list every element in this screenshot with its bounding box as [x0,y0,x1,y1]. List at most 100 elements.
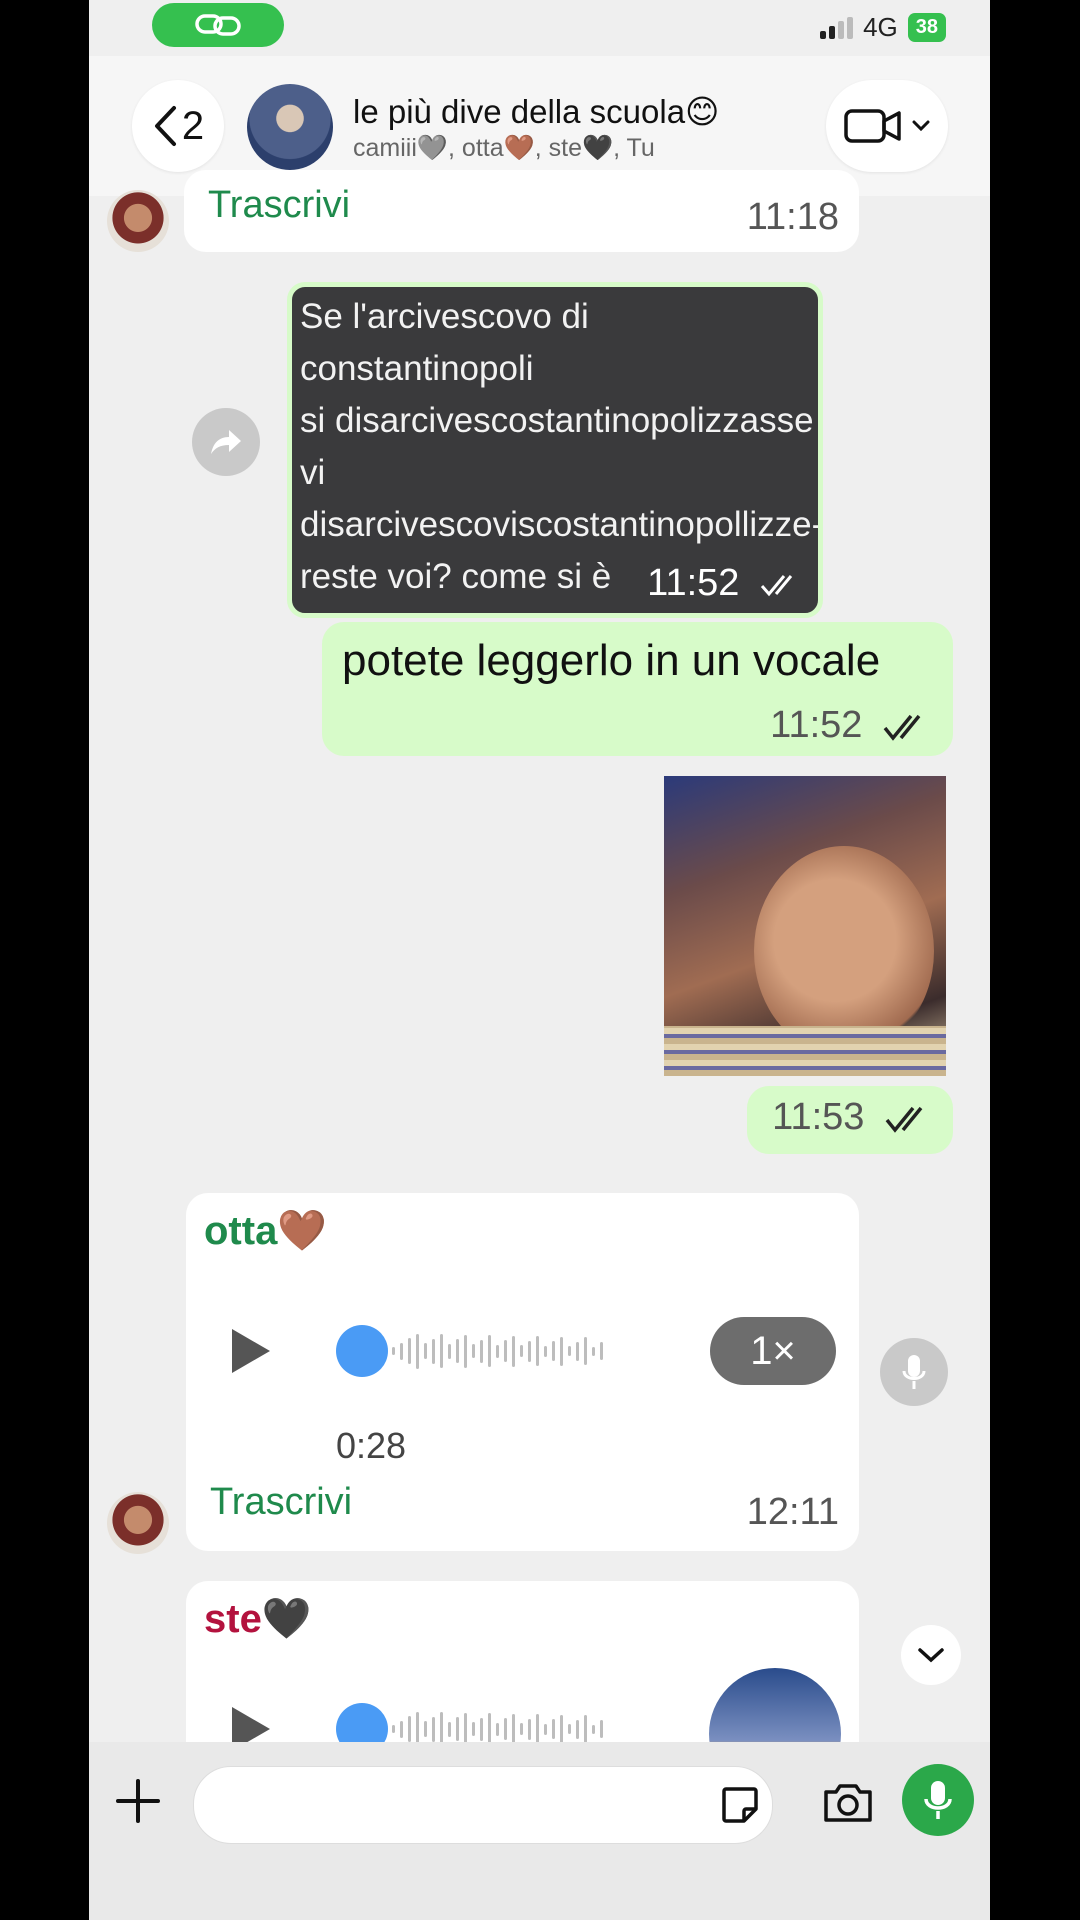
playback-slider[interactable] [336,1325,388,1377]
photo-subject [754,846,934,1056]
play-icon [232,1329,270,1373]
call-link-pill[interactable] [152,3,284,47]
waveform-bar [448,1721,451,1737]
microphone-icon [902,1355,926,1389]
waveform-bar [480,1717,483,1741]
waveform-bar [456,1717,459,1741]
waveform-bar [544,1345,547,1357]
waveform-bar [496,1722,499,1736]
playback-speed-button[interactable]: 1× [710,1317,836,1385]
camera-button[interactable] [822,1782,874,1829]
message-input[interactable] [193,1766,773,1844]
sender-avatar[interactable] [107,1492,169,1554]
waveform-bar [440,1712,443,1746]
waveform-bar [464,1334,467,1368]
message-time: 12:11 [746,1491,839,1533]
waveform-bar [472,1344,475,1358]
message-time: 11:18 [746,196,839,238]
waveform-bar [480,1339,483,1363]
waveform-bar [528,1340,531,1362]
waveform-bar [440,1334,443,1368]
chevron-left-icon [154,106,176,146]
waveform-bar [568,1346,571,1356]
back-button[interactable]: 2 [132,80,224,172]
microphone-icon [924,1781,952,1819]
waveform-bar [424,1343,427,1359]
waveform-bar [448,1343,451,1359]
photo-time-bubble: 11:53 [747,1086,953,1154]
unread-count: 2 [181,103,205,148]
waveform-bar [568,1724,571,1734]
transcribe-link[interactable]: Trascrivi [210,1481,352,1524]
message-time: 11:53 [772,1096,935,1139]
group-members[interactable]: camiii🩶, otta🤎, ste🖤, Tu [353,134,655,163]
waveform-bar [488,1335,491,1367]
waveform-bar [408,1338,411,1364]
waveform-bar [392,1725,395,1733]
waveform-bar [400,1720,403,1738]
video-call-button[interactable] [826,80,948,172]
waveform-bar [536,1714,539,1744]
signal-icon [820,16,854,39]
voice-note-badge [880,1338,948,1406]
waveform-bar [576,1719,579,1739]
sticker-icon [722,1787,758,1823]
battery-indicator: 38 [907,13,946,42]
waveform-bar [552,1719,555,1739]
waveform-bar [584,1337,587,1365]
waveform-bar [424,1721,427,1737]
video-camera-icon [844,109,901,143]
link-icon [195,14,241,36]
scroll-to-bottom-button[interactable] [901,1625,961,1685]
waveform-bar [432,1338,435,1364]
voice-player: 1× [206,1317,836,1385]
waveform-bar [600,1720,603,1738]
play-button[interactable] [206,1329,296,1373]
message-text: potete leggerlo in un vocale [342,636,881,685]
message-time: 11:52 [770,704,933,747]
waveform-bar [576,1341,579,1361]
double-check-icon [885,1106,923,1133]
waveform-bar [456,1339,459,1363]
waveform-bar [416,1333,419,1369]
waveform-bar [408,1716,411,1742]
sticker-button[interactable] [720,1785,760,1830]
waveform-bar [472,1722,475,1736]
group-title[interactable]: le più dive della scuola😊 [353,92,719,131]
attach-button[interactable] [115,1778,161,1829]
double-check-icon [883,714,921,741]
waveform [392,1331,603,1371]
waveform-bar [528,1718,531,1740]
image-message[interactable]: Se l'arcivescovo di constantinopoli si d… [287,282,823,618]
composer-bar [89,1742,990,1920]
transcribe-link[interactable]: Trascrivi [208,184,350,227]
forward-button[interactable] [192,408,260,476]
photo-stripes [664,1026,946,1076]
waveform-bar [592,1724,595,1734]
voice-record-button[interactable] [902,1764,974,1836]
waveform-bar [520,1723,523,1735]
waveform-bar [400,1342,403,1360]
waveform-bar [464,1712,467,1746]
sender-name: otta🤎 [204,1209,328,1253]
message-time: 11:52 [647,562,802,605]
waveform-bar [512,1713,515,1745]
camera-icon [824,1784,872,1822]
waveform-bar [488,1713,491,1745]
waveform-bar [600,1342,603,1360]
waveform-bar [544,1723,547,1735]
waveform-bar [584,1715,587,1743]
waveform-bar [512,1335,515,1367]
chevron-down-icon [912,120,930,132]
waveform-bar [432,1716,435,1742]
chevron-down-icon [918,1648,944,1663]
voice-message-bubble: Trascrivi 11:18 [184,170,859,252]
sender-avatar[interactable] [107,190,169,252]
outgoing-text-bubble: potete leggerlo in un vocale 11:52 [322,622,953,756]
waveform-bar [536,1336,539,1366]
plus-icon [116,1779,160,1823]
waveform-bar [504,1718,507,1740]
photo-message[interactable] [664,776,946,1076]
group-avatar[interactable] [247,84,333,170]
waveform-bar [552,1341,555,1361]
